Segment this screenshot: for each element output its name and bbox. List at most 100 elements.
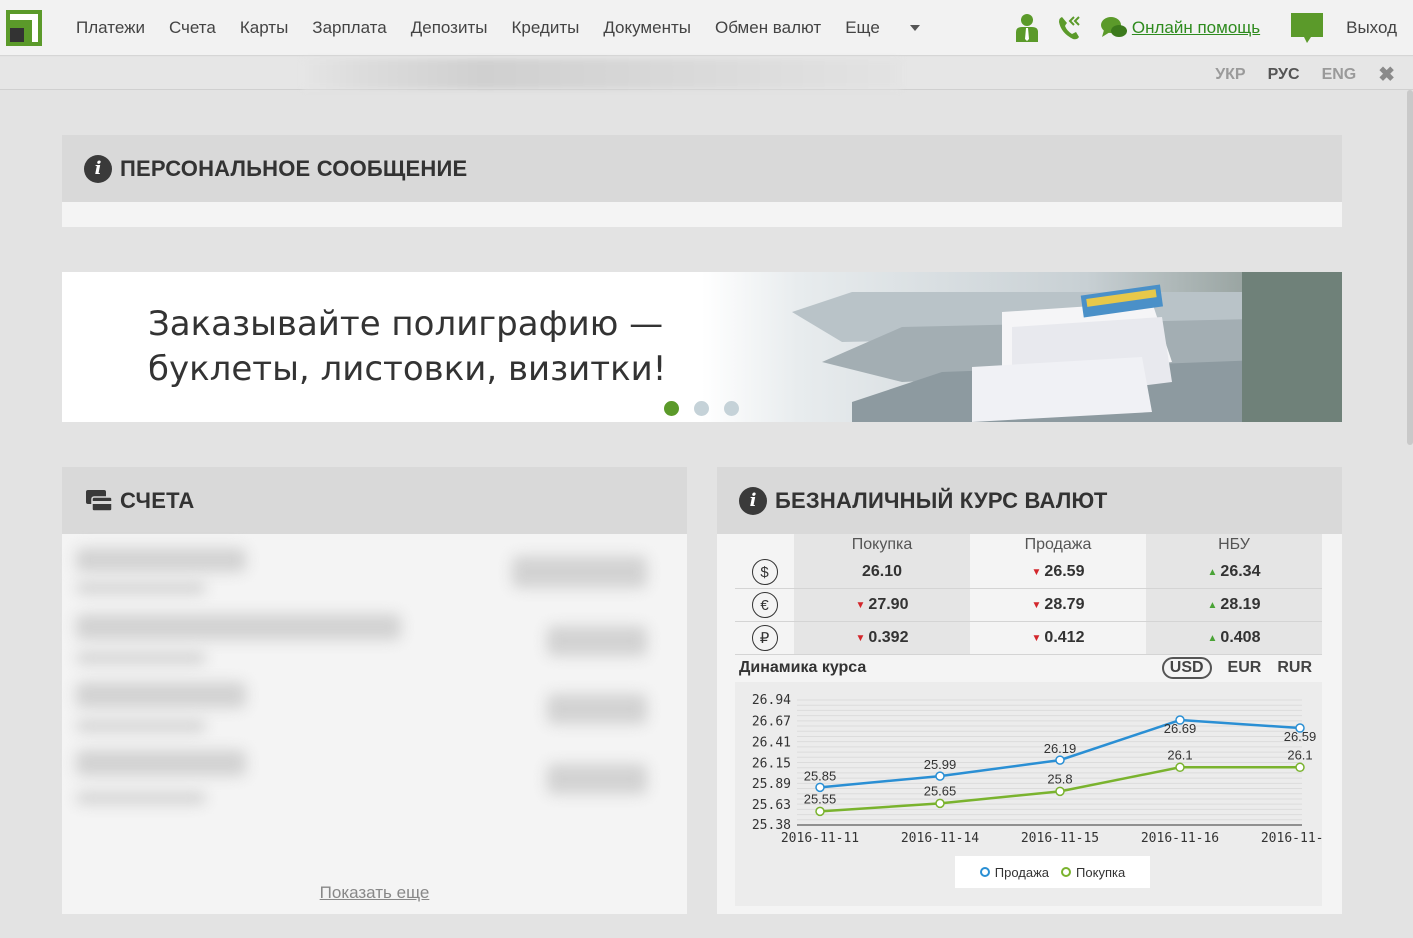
fx-rate-value: 0.408 [1220, 629, 1261, 646]
fx-rate-row: ₽ ▼ 0.392 ▼ 0.412 ▲ 0.408 [735, 622, 1322, 655]
nav-item[interactable]: Депозиты [399, 18, 500, 38]
data-label: 26.59 [1284, 729, 1317, 744]
close-icon[interactable]: ✖ [1378, 62, 1395, 87]
logout-button[interactable]: Выход [1346, 18, 1397, 38]
slider-dot[interactable] [694, 401, 709, 416]
fx-rate-value: 0.412 [1044, 629, 1085, 646]
y-tick-label: 26.15 [752, 756, 791, 771]
fx-rate-value: 26.34 [1220, 563, 1261, 580]
fx-rate-nbu: ▲ 26.34 [1146, 556, 1322, 588]
data-point [815, 782, 825, 793]
legend-label: Покупка [1076, 864, 1126, 880]
legend-item[interactable]: Покупка [1061, 865, 1125, 880]
fx-column-header: Продажа [1024, 536, 1092, 553]
data-label: 25.99 [924, 757, 957, 772]
blurred-account-balance [547, 764, 647, 794]
nav-item[interactable]: Еще [833, 18, 892, 38]
currency-tab[interactable]: RUR [1277, 659, 1312, 677]
fx-rate-nbu: ▲ 28.19 [1146, 589, 1322, 621]
fx-rate-value: 26.10 [861, 563, 903, 580]
privatbank-logo[interactable] [6, 10, 42, 46]
data-label: 25.85 [804, 768, 837, 783]
currency-icon: $ [751, 559, 778, 585]
fx-rate-buy: 26.10 [794, 556, 970, 588]
data-label: 26.69 [1164, 721, 1197, 736]
language-option[interactable]: РУС [1268, 66, 1300, 84]
blurred-account-name [76, 682, 246, 708]
slider-dot[interactable] [664, 401, 679, 416]
blurred-account-name [76, 548, 246, 572]
fx-rate-buy: ▼ 27.90 [794, 589, 970, 621]
chart-legend: Продажа Покупка [955, 856, 1150, 888]
data-label: 25.8 [1047, 771, 1072, 786]
data-point [1175, 762, 1185, 773]
online-help-link[interactable]: Онлайн помощь [1132, 18, 1260, 38]
currency-tab[interactable]: EUR [1228, 659, 1262, 677]
data-label: 26.1 [1167, 747, 1192, 762]
fx-table-header: Покупка Продажа НБУ [735, 534, 1322, 556]
language-switcher: УКР РУС ENG ✖ [1193, 62, 1395, 87]
phone-callback-icon[interactable] [1056, 13, 1086, 43]
trend-down-icon: ▼ [855, 599, 866, 611]
trend-up-icon: ▲ [1207, 632, 1218, 644]
data-point [935, 798, 945, 809]
top-right-tools: Онлайн помощь Выход [1014, 0, 1413, 56]
nav-item[interactable]: Зарплата [300, 18, 398, 38]
currency-icon: ₽ [751, 625, 778, 651]
personal-message-header: i ПЕРСОНАЛЬНОЕ СООБЩЕНИЕ [62, 135, 1342, 202]
fx-column-header: Покупка [794, 534, 970, 556]
fx-header-blank [735, 534, 794, 556]
chat-bubbles-icon[interactable] [1100, 15, 1128, 41]
blurred-user-info [303, 59, 901, 89]
sub-toolbar: УКР РУС ENG ✖ [0, 57, 1413, 90]
y-tick-label: 25.89 [752, 777, 791, 792]
cards-icon [86, 489, 113, 512]
blurred-account-number [76, 652, 206, 664]
fx-rates-table: Покупка Продажа НБУ $26.10 ▼ 26.59 ▲ 26.34 € ▼ 27.… [735, 534, 1322, 655]
data-point [1055, 786, 1065, 797]
currency-tab[interactable]: USD [1161, 657, 1212, 679]
trend-down-icon: ▼ [1031, 599, 1042, 611]
fx-currency-cell: ₽ [735, 622, 794, 654]
legend-label: Продажа [994, 864, 1050, 880]
fx-currency-cell: € [735, 589, 794, 621]
legend-marker [1061, 867, 1072, 877]
accounts-body: Показать еще [62, 534, 687, 914]
y-tick-label: 25.63 [752, 798, 791, 813]
nav-item[interactable]: Кредиты [499, 18, 591, 38]
page-scrollbar[interactable] [1407, 90, 1413, 445]
y-tick-label: 26.94 [752, 693, 791, 708]
trend-down-icon: ▼ [1031, 566, 1042, 578]
fx-column-header: НБУ [1146, 534, 1322, 556]
info-icon: i [84, 154, 112, 183]
currency-icon: € [751, 592, 778, 618]
trend-up-icon: ▲ [1207, 566, 1218, 578]
nav-item[interactable]: Документы [591, 18, 703, 38]
agent-person-icon[interactable] [1014, 13, 1040, 43]
show-more-link[interactable]: Показать еще [62, 883, 687, 903]
nav-item[interactable]: Счета [157, 18, 228, 38]
x-tick-label: 2016-11-14 [901, 831, 979, 846]
blurred-account-name [76, 750, 246, 776]
legend-item[interactable]: Продажа [979, 864, 1050, 880]
blurred-account-balance [547, 626, 647, 656]
message-icon[interactable] [1290, 12, 1324, 44]
fx-currency-cell: $ [735, 556, 794, 588]
accounts-title: СЧЕТА [120, 487, 195, 513]
fx-rate-sell: ▼ 28.79 [970, 589, 1146, 621]
nav-item[interactable]: Обмен валют [703, 18, 833, 38]
promo-banner[interactable]: Заказывайте полиграфию — буклеты, листов… [62, 272, 1342, 422]
fx-rate-sell: ▼ 26.59 [970, 556, 1146, 588]
language-option[interactable]: УКР [1215, 66, 1245, 84]
chevron-down-icon[interactable] [909, 25, 920, 31]
language-option[interactable]: ENG [1322, 66, 1357, 84]
trend-up-icon: ▲ [1207, 599, 1218, 611]
nav-item[interactable]: Карты [228, 18, 300, 38]
currency-tabs: USD EUR RUR [1146, 657, 1312, 679]
fx-rate-sell: ▼ 0.412 [970, 622, 1146, 654]
fx-rates-header: i БЕЗНАЛИЧНЫЙ КУРС ВАЛЮТ [717, 467, 1342, 534]
nav-item[interactable]: Платежи [64, 18, 157, 38]
slider-dot[interactable] [724, 401, 739, 416]
blurred-account-balance [512, 556, 647, 588]
info-icon: i [739, 486, 767, 515]
